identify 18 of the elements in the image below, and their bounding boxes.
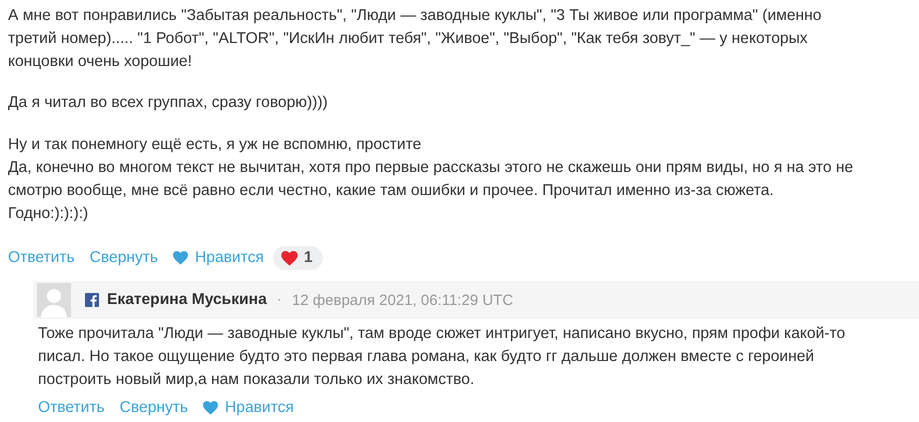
separator-dot: ·	[276, 291, 282, 310]
reply-text: Тоже прочитала "Люди — заводные куклы", там вроде сюжет интригует, написано вкусно, прям профи какой-то писал. Но такое ощущение будто это первая глава романа, как будто гг дальше должен вместе с героиней построить новый мир,а нам показали только их знакомство.	[37, 324, 846, 390]
comment-date: 12 февраля 2021, 06:11:29 UTC	[292, 292, 514, 309]
facebook-icon	[85, 293, 99, 308]
comment-text: А мне вот понравились "Забытая реальность", "Люди — заводные куклы", "3 Ты живое или программа" (именно третий номер)..... "1 Робот", "ALTOR", "ИскИн любит тебя", "Живое", "Выбор", "Как тебя зовут_" — у некоторых концовки очень хорошие!	[8, 6, 822, 72]
heart-icon	[173, 251, 188, 266]
comment-text: Да я читал во всех группах, сразу говорю))))	[8, 93, 329, 114]
collapse-link[interactable]: Свернуть	[120, 398, 188, 417]
like-link[interactable]: Нравится	[173, 249, 264, 268]
reply-link[interactable]: Ответить	[38, 398, 105, 417]
heart-icon	[203, 400, 218, 415]
likes-badge[interactable]: 1	[272, 246, 323, 270]
like-link[interactable]: Нравится	[203, 398, 294, 417]
comment-text: Да, конечно во многом текст не вычитан, хотя про первые рассказы этого не скажешь они прям виды, но я на это не смотрю вообще, мне всё равно если честно, какие там ошибки и прочее. Прочитал именно из-за сюжета. Годно:):):):)	[8, 158, 854, 224]
comment-text: Ну и так понемногу ещё есть, я уж не вспомню, простите	[8, 135, 422, 156]
collapse-link[interactable]: Свернуть	[90, 249, 158, 268]
author-name[interactable]: Екатерина Муськина	[107, 291, 267, 310]
reply-link[interactable]: Ответить	[8, 249, 75, 268]
